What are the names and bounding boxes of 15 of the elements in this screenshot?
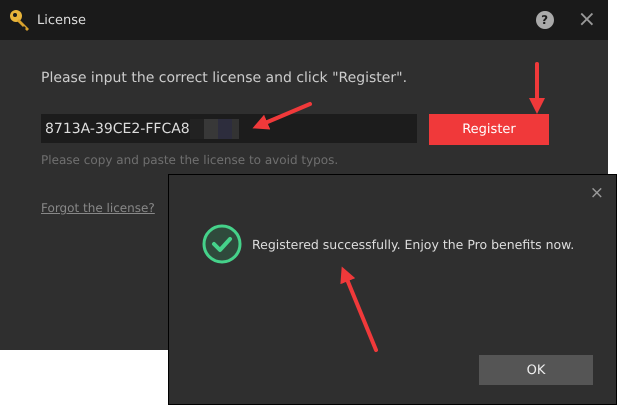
- license-input-field[interactable]: 8713A-39CE2-FFCA8: [41, 114, 417, 143]
- annotation-arrow: [252, 102, 312, 130]
- check-circle-icon: [202, 224, 242, 264]
- forgot-license-link[interactable]: Forgot the license?: [41, 201, 155, 215]
- key-icon: [9, 9, 31, 31]
- hint-text: Please copy and paste the license to avoid typos.: [41, 153, 338, 167]
- success-message: Registered successfully. Enjoy the Pro benefits now.: [252, 236, 574, 252]
- register-button[interactable]: Register: [429, 114, 549, 145]
- annotation-arrow: [529, 62, 545, 114]
- close-button[interactable]: ×: [578, 9, 596, 31]
- ok-button[interactable]: OK: [479, 355, 593, 385]
- close-button[interactable]: ×: [590, 181, 604, 205]
- window-title: License: [37, 12, 86, 28]
- help-button[interactable]: ?: [536, 11, 554, 29]
- instruction-text: Please input the correct license and click "Register".: [41, 70, 408, 86]
